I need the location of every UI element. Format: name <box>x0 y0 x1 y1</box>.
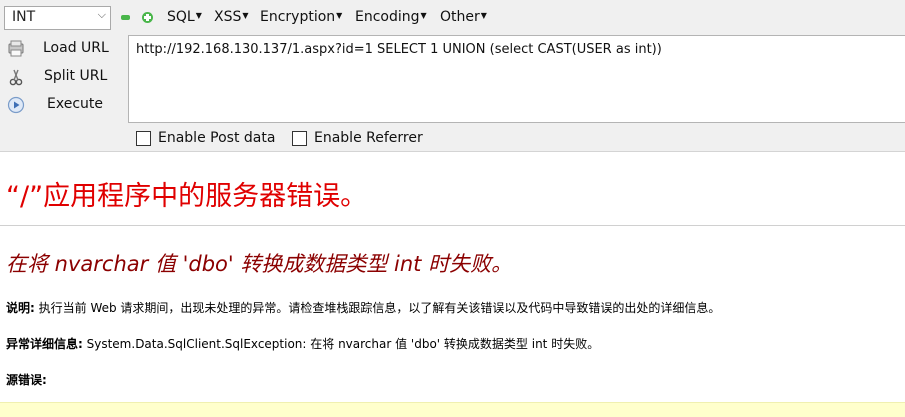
caret-down-icon: ▼ <box>480 11 487 20</box>
menu-other[interactable]: Other▼ <box>440 9 487 25</box>
source-error-box <box>0 402 905 417</box>
enable-referrer-checkbox[interactable] <box>292 131 307 146</box>
url-textarea[interactable]: http://192.168.130.137/1.aspx?id=1 SELEC… <box>128 35 905 123</box>
caret-down-icon: ▼ <box>195 11 202 20</box>
enable-post-data-checkbox[interactable] <box>136 131 151 146</box>
caret-down-icon: ▼ <box>336 11 343 20</box>
hackbar-toolbar: INT ⌵ SQL▼ XSS▼ Encryption▼ Encoding▼ Ot… <box>0 0 905 152</box>
url-text: http://192.168.130.137/1.aspx?id=1 SELEC… <box>136 42 662 57</box>
error-subtitle: 在将 nvarchar 值 'dbo' 转换成数据类型 int 时失败。 <box>6 252 513 276</box>
load-url-label: Load URL <box>43 40 109 56</box>
execute-label: Execute <box>47 96 103 112</box>
error-title: “/”应用程序中的服务器错误。 <box>6 181 368 212</box>
caret-down-icon: ▼ <box>420 11 427 20</box>
error-description: 说明: 执行当前 Web 请求期间，出现未处理的异常。请检查堆栈跟踪信息，以了解… <box>6 299 720 316</box>
play-icon <box>7 96 25 114</box>
menu-encoding[interactable]: Encoding▼ <box>355 9 427 25</box>
encoding-select[interactable]: INT ⌵ <box>4 6 111 30</box>
exception-details-label: 异常详细信息: <box>6 337 83 351</box>
split-url-button[interactable]: Split URL <box>0 64 120 90</box>
divider <box>0 225 905 226</box>
source-error: 源错误: <box>6 371 47 388</box>
menu-sql[interactable]: SQL▼ <box>167 9 202 25</box>
menu-encryption[interactable]: Encryption▼ <box>260 9 342 25</box>
execute-button[interactable]: Execute <box>0 92 120 118</box>
split-url-label: Split URL <box>44 68 108 84</box>
scissors-icon <box>9 69 23 86</box>
menu-xss[interactable]: XSS▼ <box>214 9 249 25</box>
source-error-label: 源错误: <box>6 373 47 387</box>
chevron-down-icon: ⌵ <box>97 8 106 21</box>
load-url-icon <box>8 40 24 57</box>
encoding-select-value: INT <box>12 9 36 25</box>
enable-post-data-label: Enable Post data <box>158 130 276 146</box>
load-url-button[interactable]: Load URL <box>0 36 120 62</box>
error-description-text: 执行当前 Web 请求期间，出现未处理的异常。请检查堆栈跟踪信息，以了解有关该错… <box>34 301 721 315</box>
menu-bar: INT ⌵ SQL▼ XSS▼ Encryption▼ Encoding▼ Ot… <box>0 0 905 36</box>
plus-icon[interactable] <box>142 12 153 23</box>
exception-details: 异常详细信息: System.Data.SqlClient.SqlExcepti… <box>6 335 599 352</box>
caret-down-icon: ▼ <box>242 11 249 20</box>
error-description-label: 说明: <box>6 301 35 315</box>
exception-details-text: System.Data.SqlClient.SqlException: 在将 n… <box>82 337 600 351</box>
enable-referrer-label: Enable Referrer <box>314 130 423 146</box>
enable-referrer-option[interactable]: Enable Referrer <box>292 129 432 147</box>
enable-post-data-option[interactable]: Enable Post data <box>136 129 281 147</box>
minus-icon[interactable] <box>121 15 130 20</box>
